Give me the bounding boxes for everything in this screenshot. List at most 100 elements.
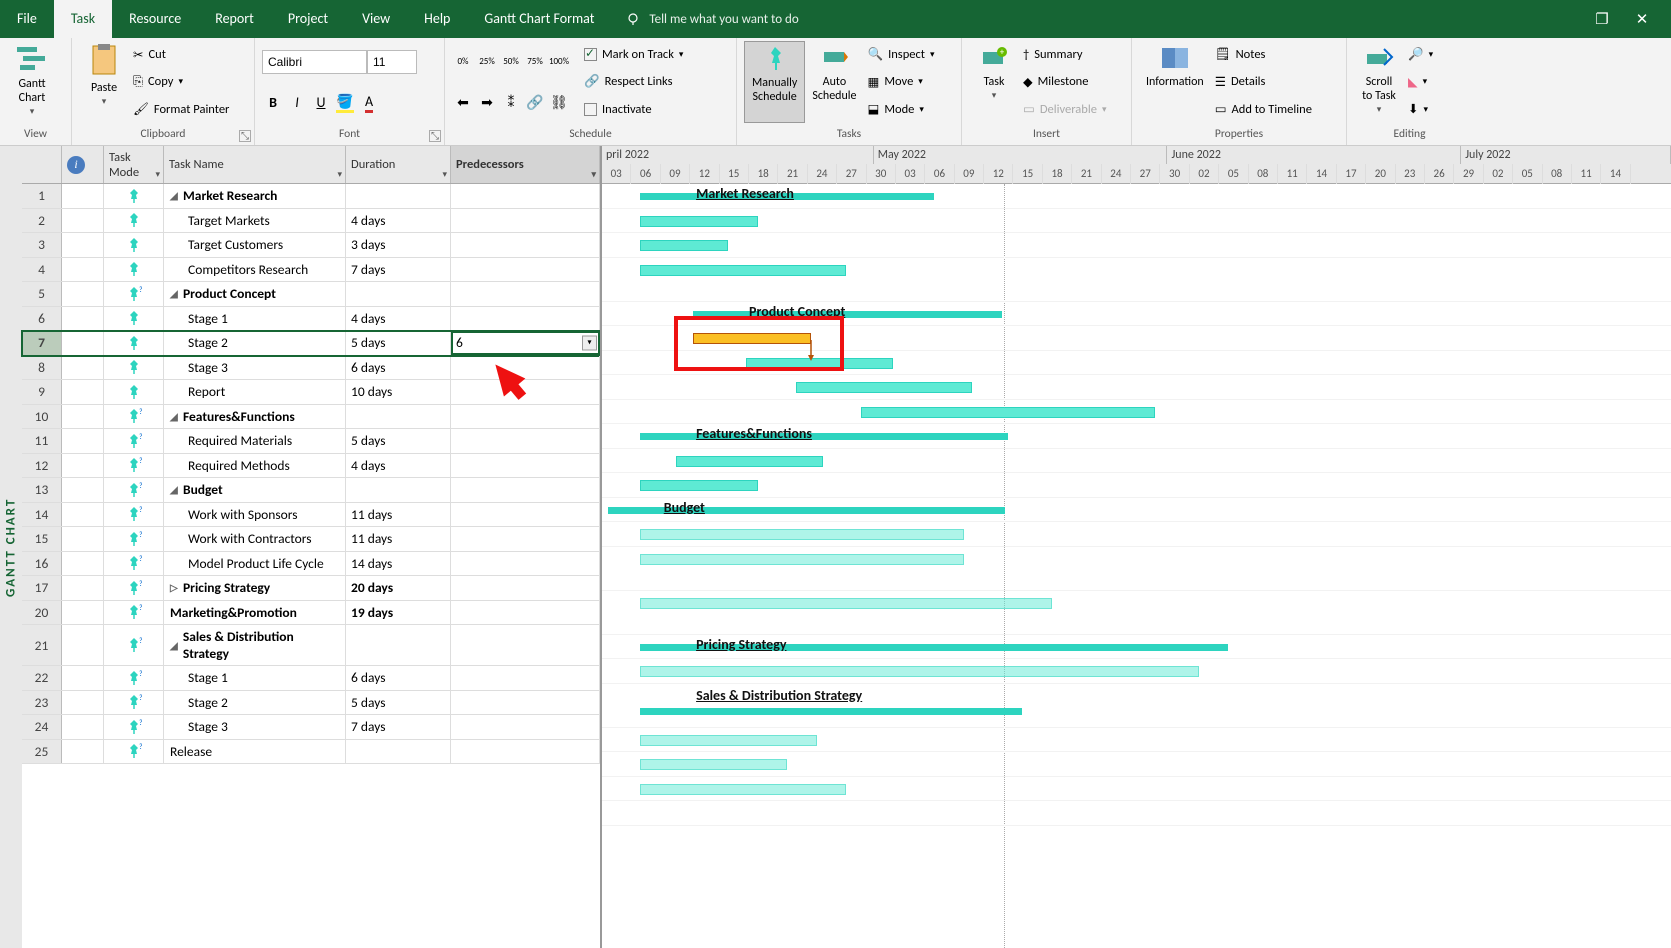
task-mode-cell[interactable]: ? — [104, 715, 164, 739]
predecessors-cell[interactable] — [451, 625, 600, 665]
duration-cell[interactable]: 19 days — [346, 601, 451, 625]
duration-cell[interactable] — [346, 282, 451, 306]
predecessors-cell[interactable] — [451, 233, 600, 257]
predecessors-cell[interactable] — [451, 282, 600, 306]
auto-schedule-button[interactable]: Auto Schedule — [805, 41, 863, 123]
predecessors-cell[interactable] — [451, 740, 600, 764]
font-launcher[interactable]: ⤡ — [429, 130, 441, 142]
indicator-cell[interactable] — [62, 552, 104, 576]
indicator-cell[interactable] — [62, 184, 104, 208]
predecessors-cell[interactable] — [451, 666, 600, 690]
task-mode-cell[interactable]: ? — [104, 691, 164, 715]
predecessors-cell[interactable] — [451, 527, 600, 551]
task-name-cell[interactable]: ◢Market Research — [164, 184, 346, 208]
task-mode-cell[interactable] — [104, 258, 164, 282]
task-name-cell[interactable]: Marketing&Promotion — [164, 601, 346, 625]
task-mode-cell[interactable] — [104, 380, 164, 404]
task-mode-cell[interactable] — [104, 331, 164, 355]
header-rownum[interactable] — [22, 146, 62, 183]
task-bar[interactable] — [640, 265, 846, 276]
duration-cell[interactable]: 10 days — [346, 380, 451, 404]
row-number[interactable]: 3 — [22, 233, 62, 257]
font-size-input[interactable] — [367, 50, 417, 74]
tab-task[interactable]: Task — [54, 0, 112, 38]
task-mode-cell[interactable] — [104, 209, 164, 233]
row-number[interactable]: 13 — [22, 478, 62, 502]
information-button[interactable]: Information — [1139, 41, 1211, 123]
table-row[interactable]: 5?◢Product Concept — [22, 282, 600, 307]
task-mode-cell[interactable]: ? — [104, 405, 164, 429]
duration-cell[interactable]: 7 days — [346, 258, 451, 282]
indicator-cell[interactable] — [62, 209, 104, 233]
underline-button[interactable]: U — [310, 92, 332, 114]
scroll-to-task-button[interactable]: Scroll to Task ▾ — [1354, 41, 1404, 123]
duration-cell[interactable]: 6 days — [346, 356, 451, 380]
milestone-button[interactable]: ◆Milestone — [1019, 70, 1110, 94]
copy-button[interactable]: ⎘Copy▾ — [129, 70, 233, 94]
dropdown-icon[interactable]: ▾ — [582, 335, 597, 350]
task-name-cell[interactable]: Stage 1 — [164, 666, 346, 690]
row-number[interactable]: 15 — [22, 527, 62, 551]
task-name-cell[interactable]: Stage 3 — [164, 356, 346, 380]
collapse-icon[interactable]: ◢ — [170, 639, 180, 652]
indicator-cell[interactable] — [62, 233, 104, 257]
duration-cell[interactable]: 5 days — [346, 691, 451, 715]
paste-button[interactable]: Paste ▾ — [79, 41, 129, 123]
pct-50-button[interactable]: 50% — [500, 51, 522, 73]
predecessors-cell[interactable] — [451, 454, 600, 478]
predecessors-cell[interactable] — [451, 209, 600, 233]
task-bar[interactable] — [640, 529, 963, 540]
task-bar[interactable] — [640, 759, 787, 770]
task-name-cell[interactable]: ◢Features&Functions — [164, 405, 346, 429]
row-number[interactable]: 12 — [22, 454, 62, 478]
predecessors-cell[interactable] — [451, 258, 600, 282]
indicator-cell[interactable] — [62, 454, 104, 478]
predecessors-cell[interactable] — [451, 691, 600, 715]
cut-button[interactable]: ✂Cut — [129, 43, 233, 67]
pct-0-button[interactable]: 0% — [452, 51, 474, 73]
table-row[interactable]: 24?Stage 37 days — [22, 715, 600, 740]
header-duration[interactable]: Duration▾ — [346, 146, 451, 183]
indicator-cell[interactable] — [62, 405, 104, 429]
task-mode-cell[interactable]: ? — [104, 454, 164, 478]
table-row[interactable]: 21?◢Sales & Distribution Strategy — [22, 625, 600, 666]
task-mode-cell[interactable] — [104, 233, 164, 257]
task-mode-cell[interactable]: ? — [104, 552, 164, 576]
format-painter-button[interactable]: 🖌Format Painter — [129, 97, 233, 121]
row-number[interactable]: 1 — [22, 184, 62, 208]
task-mode-cell[interactable] — [104, 307, 164, 331]
indicator-cell[interactable] — [62, 503, 104, 527]
row-number[interactable]: 11 — [22, 429, 62, 453]
row-number[interactable]: 6 — [22, 307, 62, 331]
fill-button[interactable]: ⬇▾ — [1404, 97, 1437, 121]
table-row[interactable]: 6Stage 14 days — [22, 307, 600, 332]
task-name-cell[interactable]: Report — [164, 380, 346, 404]
fill-color-button[interactable]: 🪣 — [334, 92, 356, 114]
link-button[interactable]: 🔗 — [524, 92, 546, 114]
task-name-cell[interactable]: Work with Sponsors — [164, 503, 346, 527]
unlink-button[interactable]: ⛓ — [548, 92, 570, 114]
task-bar[interactable] — [676, 456, 823, 467]
task-mode-cell[interactable]: ? — [104, 282, 164, 306]
header-predecessors[interactable]: Predecessors▾ — [451, 146, 600, 183]
split-button[interactable]: ⁑ — [500, 92, 522, 114]
row-number[interactable]: 24 — [22, 715, 62, 739]
tab-format[interactable]: Gantt Chart Format — [467, 0, 611, 38]
task-mode-cell[interactable]: ? — [104, 576, 164, 600]
table-row[interactable]: 20?Marketing&Promotion19 days — [22, 601, 600, 626]
row-number[interactable]: 4 — [22, 258, 62, 282]
task-name-cell[interactable]: ◢Budget — [164, 478, 346, 502]
task-bar[interactable] — [861, 407, 1155, 418]
duration-cell[interactable]: 4 days — [346, 209, 451, 233]
task-mode-cell[interactable]: ? — [104, 429, 164, 453]
notes-button[interactable]: 🗒Notes — [1211, 43, 1316, 67]
task-name-cell[interactable]: Stage 1 — [164, 307, 346, 331]
row-number[interactable]: 21 — [22, 625, 62, 665]
respect-links-button[interactable]: 🔗Respect Links — [580, 70, 687, 94]
duration-cell[interactable]: 11 days — [346, 503, 451, 527]
task-mode-cell[interactable]: ? — [104, 503, 164, 527]
gantt-chart-button[interactable]: Gantt Chart ▾ — [7, 41, 57, 123]
tab-project[interactable]: Project — [271, 0, 345, 38]
details-button[interactable]: ☰Details — [1211, 70, 1316, 94]
duration-cell[interactable] — [346, 478, 451, 502]
